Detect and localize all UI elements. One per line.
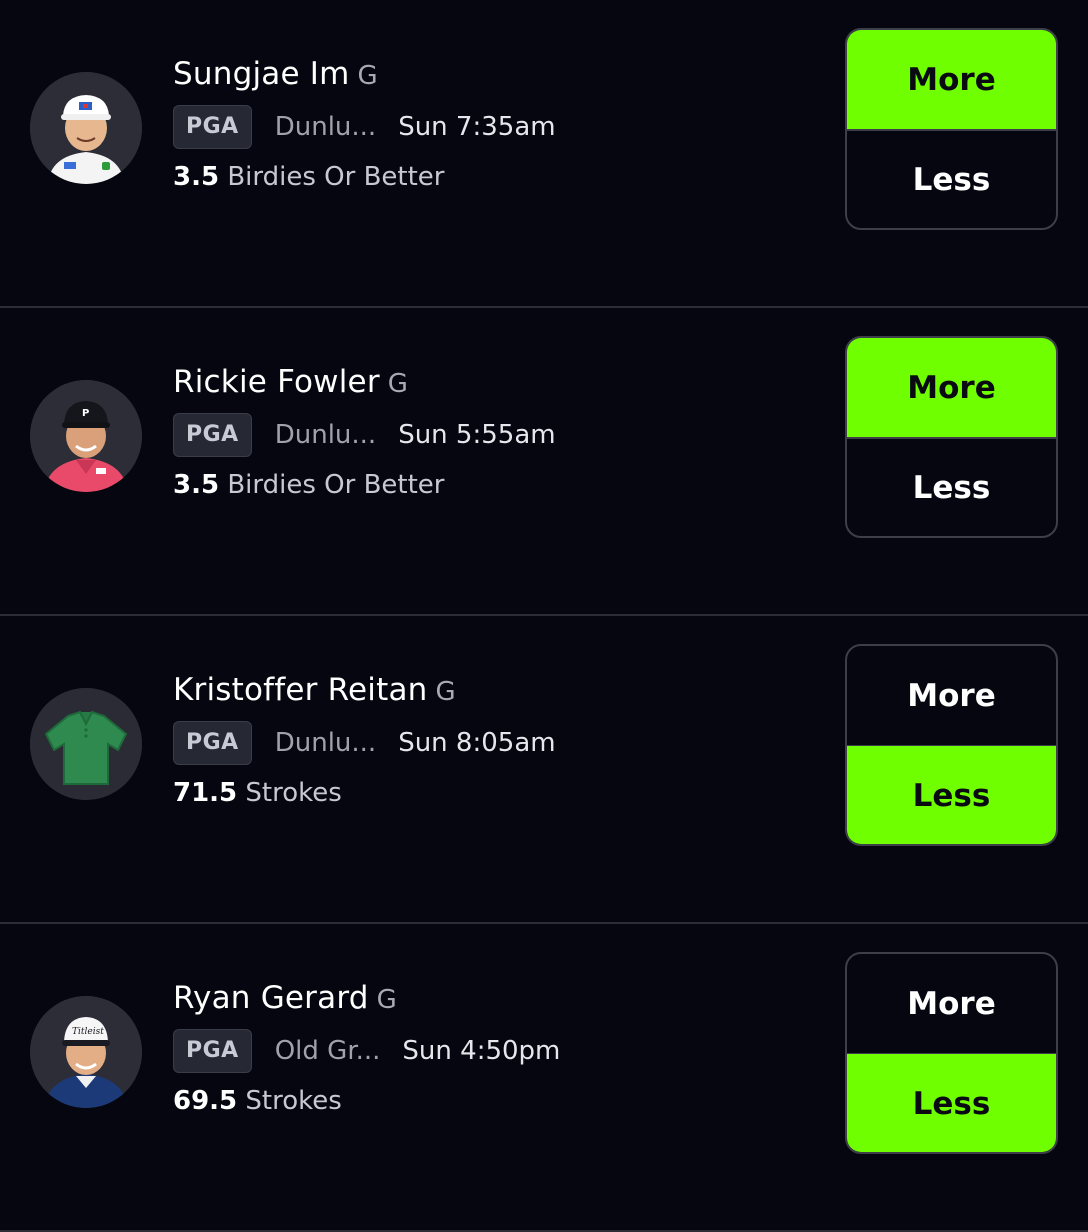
player-avatar [30,72,142,184]
position-label: G [387,369,408,399]
player-name: Rickie Fowler [173,364,380,400]
more-button[interactable]: More [847,30,1056,130]
projection-line: 3.5 Birdies Or Better [173,160,444,194]
course-name: Dunlu... [274,112,377,142]
less-button[interactable]: Less [847,746,1056,844]
name-line: Sungjae Im G [173,52,378,96]
position-label: G [376,985,397,1015]
pick-list: Sungjae Im G PGA Dunlu... Sun 7:35am 3.5 … [0,0,1088,1232]
game-meta: PGA Old Gr... Sun 4:50pm [173,1028,560,1074]
player-photo-icon: Titleist [30,996,142,1108]
more-less-selector: More Less [845,336,1058,538]
projection-value: 3.5 [173,162,220,192]
game-meta: PGA Dunlu... Sun 8:05am [173,720,556,766]
projection-stat: Strokes [245,1086,342,1116]
pick-row: Titleist Ryan Gerard G PGA Old Gr... Sun … [0,924,1088,1232]
name-line: Rickie Fowler G [173,360,408,404]
league-badge: PGA [173,721,252,765]
name-line: Ryan Gerard G [173,976,397,1020]
player-avatar: P [30,380,142,492]
pick-row: Kristoffer Reitan G PGA Dunlu... Sun 8:05… [0,616,1088,924]
pick-row: Sungjae Im G PGA Dunlu... Sun 7:35am 3.5 … [0,0,1088,308]
projection-value: 69.5 [173,1086,238,1116]
green-shirt-icon [30,688,142,800]
league-badge: PGA [173,1029,252,1073]
start-time: Sun 8:05am [398,728,556,758]
game-meta: PGA Dunlu... Sun 7:35am [173,104,556,150]
projection-line: 69.5 Strokes [173,1084,342,1118]
player-name: Sungjae Im [173,56,350,92]
player-name: Kristoffer Reitan [173,672,428,708]
projection-line: 71.5 Strokes [173,776,342,810]
player-name: Ryan Gerard [173,980,369,1016]
start-time: Sun 7:35am [398,112,556,142]
more-button[interactable]: More [847,646,1056,746]
player-photo-icon [30,72,142,184]
course-name: Dunlu... [274,728,377,758]
course-name: Old Gr... [274,1036,381,1066]
name-line: Kristoffer Reitan G [173,668,456,712]
player-avatar: Titleist [30,996,142,1108]
league-badge: PGA [173,413,252,457]
game-meta: PGA Dunlu... Sun 5:55am [173,412,556,458]
projection-stat: Strokes [245,778,342,808]
pick-row: P Rickie Fowler G PGA Dunlu... Sun 5:55am… [0,308,1088,616]
start-time: Sun 4:50pm [402,1036,561,1066]
more-less-selector: More Less [845,952,1058,1154]
projection-stat: Birdies Or Better [227,470,445,500]
svg-text:Titleist: Titleist [72,1027,104,1037]
position-label: G [357,61,378,91]
more-less-selector: More Less [845,644,1058,846]
player-photo-icon: P [30,380,142,492]
less-button[interactable]: Less [847,438,1056,536]
less-button[interactable]: Less [847,1054,1056,1152]
course-name: Dunlu... [274,420,377,450]
projection-line: 3.5 Birdies Or Better [173,468,444,502]
projection-value: 3.5 [173,470,220,500]
projection-value: 71.5 [173,778,238,808]
svg-text:P: P [82,408,89,419]
more-less-selector: More Less [845,28,1058,230]
position-label: G [435,677,456,707]
start-time: Sun 5:55am [398,420,556,450]
more-button[interactable]: More [847,338,1056,438]
player-avatar [30,688,142,800]
projection-stat: Birdies Or Better [227,162,445,192]
league-badge: PGA [173,105,252,149]
more-button[interactable]: More [847,954,1056,1054]
less-button[interactable]: Less [847,130,1056,228]
